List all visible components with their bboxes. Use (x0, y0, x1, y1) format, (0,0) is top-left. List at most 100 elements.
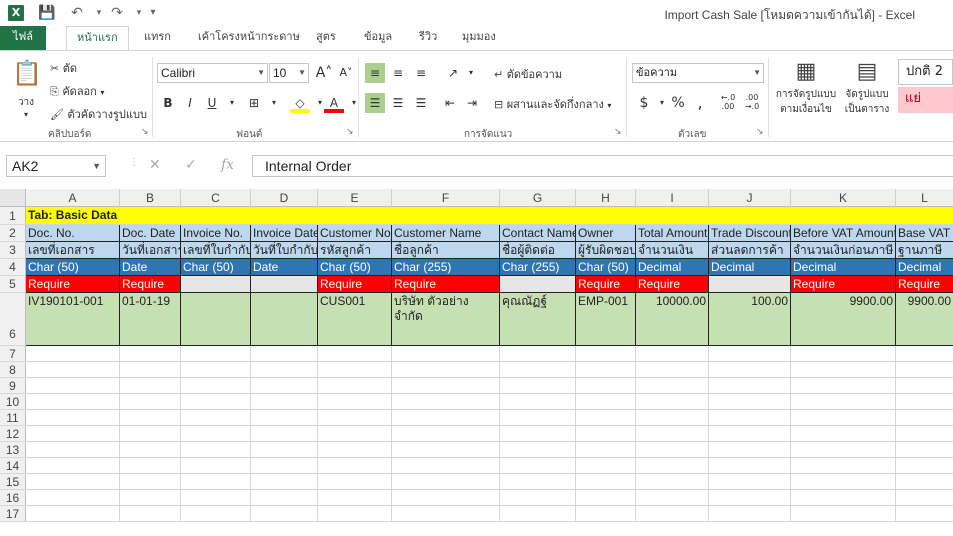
column-header-f[interactable]: F (392, 189, 500, 207)
cell-j2[interactable]: Trade Discount (709, 225, 791, 242)
column-header-k[interactable]: K (791, 189, 896, 207)
cell-b5[interactable]: Require (120, 276, 181, 293)
cell-b11[interactable] (120, 410, 181, 426)
cell-k15[interactable] (791, 474, 896, 490)
cell-g7[interactable] (500, 346, 576, 362)
font-color-button[interactable]: A (324, 93, 344, 113)
align-bottom-button[interactable]: ≡ (411, 63, 431, 83)
cell-g13[interactable] (500, 442, 576, 458)
cell-k10[interactable] (791, 394, 896, 410)
cell-g12[interactable] (500, 426, 576, 442)
column-header-a[interactable]: A (26, 189, 120, 207)
cell-h10[interactable] (576, 394, 636, 410)
cell-h6[interactable]: EMP-001 (576, 293, 636, 346)
cell-d17[interactable] (251, 506, 318, 522)
tab-data[interactable]: ข้อมูล (354, 26, 402, 50)
underline-button[interactable]: U (202, 93, 222, 113)
row-header-3[interactable]: 3 (0, 242, 26, 259)
cell-f12[interactable] (392, 426, 500, 442)
font-size-combo[interactable]: 10 ▼ (269, 63, 309, 83)
cell-i13[interactable] (636, 442, 709, 458)
cell-f9[interactable] (392, 378, 500, 394)
cell-c7[interactable] (181, 346, 251, 362)
cell-i2[interactable]: Total Amount (636, 225, 709, 242)
cell-d7[interactable] (251, 346, 318, 362)
cell-d2[interactable]: Invoice Date (251, 225, 318, 242)
cell-c8[interactable] (181, 362, 251, 378)
number-format-combo[interactable]: ข้อความ ▼ (632, 63, 764, 83)
cell-k8[interactable] (791, 362, 896, 378)
cell-c13[interactable] (181, 442, 251, 458)
cell-h17[interactable] (576, 506, 636, 522)
cell-b16[interactable] (120, 490, 181, 506)
cell-e5[interactable]: Require (318, 276, 392, 293)
cell-i8[interactable] (636, 362, 709, 378)
shrink-font-button[interactable]: A˅ (336, 63, 356, 83)
tab-file[interactable]: ไฟล์ (0, 26, 46, 50)
row-header-9[interactable]: 9 (0, 378, 26, 394)
cell-l16[interactable] (896, 490, 953, 506)
borders-button[interactable]: ⊞ (244, 93, 264, 113)
cell-c11[interactable] (181, 410, 251, 426)
cell-d10[interactable] (251, 394, 318, 410)
cell-g16[interactable] (500, 490, 576, 506)
formula-input[interactable]: Internal Order (252, 155, 953, 177)
cell-k5[interactable]: Require (791, 276, 896, 293)
cell-l6[interactable]: 9900.00 (896, 293, 953, 346)
cell-c2[interactable]: Invoice No. (181, 225, 251, 242)
cell-a13[interactable] (26, 442, 120, 458)
row-header-14[interactable]: 14 (0, 458, 26, 474)
name-box[interactable]: AK2 ▼ (6, 155, 106, 177)
cell-a14[interactable] (26, 458, 120, 474)
cell-i5[interactable]: Require (636, 276, 709, 293)
row-header-11[interactable]: 11 (0, 410, 26, 426)
cell-k6[interactable]: 9900.00 (791, 293, 896, 346)
column-header-b[interactable]: B (120, 189, 181, 207)
tab-review[interactable]: รีวิว (409, 26, 447, 50)
row-header-7[interactable]: 7 (0, 346, 26, 362)
cell-i6[interactable]: 10000.00 (636, 293, 709, 346)
font-name-combo[interactable]: Calibri ▼ (157, 63, 268, 83)
bold-button[interactable]: B (158, 93, 178, 113)
cell-f2[interactable]: Customer Name (392, 225, 500, 242)
cell-c16[interactable] (181, 490, 251, 506)
cell-a12[interactable] (26, 426, 120, 442)
cell-f14[interactable] (392, 458, 500, 474)
cell-i16[interactable] (636, 490, 709, 506)
cell-e3[interactable]: รหัสลูกค้า (318, 242, 392, 259)
cell-h11[interactable] (576, 410, 636, 426)
cell-k16[interactable] (791, 490, 896, 506)
cell-c5[interactable] (181, 276, 251, 293)
tab-formulas[interactable]: สูตร (306, 26, 346, 50)
cell-j15[interactable] (709, 474, 791, 490)
number-launcher-icon[interactable]: ↘ (756, 127, 764, 137)
cell-f3[interactable]: ชื่อลูกค้า (392, 242, 500, 259)
cell-a3[interactable]: เลขที่เอกสาร (26, 242, 120, 259)
cell-e9[interactable] (318, 378, 392, 394)
tab-home[interactable]: หน้าแรก (66, 26, 129, 51)
cell-j3[interactable]: ส่วนลดการค้า (709, 242, 791, 259)
cell-b4[interactable]: Date (120, 259, 181, 276)
cell-k17[interactable] (791, 506, 896, 522)
column-header-i[interactable]: I (636, 189, 709, 207)
cell-i7[interactable] (636, 346, 709, 362)
customize-toolbar-icon[interactable]: ▾ (142, 3, 164, 23)
cell-b12[interactable] (120, 426, 181, 442)
cancel-icon[interactable]: ✕ (149, 157, 161, 173)
cell-l5[interactable]: Require (896, 276, 953, 293)
cell-k14[interactable] (791, 458, 896, 474)
font-color-dropdown-icon[interactable]: ▾ (344, 93, 364, 113)
fill-color-button[interactable]: ◇ (290, 93, 310, 113)
cell-g14[interactable] (500, 458, 576, 474)
cell-b13[interactable] (120, 442, 181, 458)
cell-k3[interactable]: จำนวนเงินก่อนภาษี (791, 242, 896, 259)
cell-k11[interactable] (791, 410, 896, 426)
cell-a15[interactable] (26, 474, 120, 490)
cell-g2[interactable]: Contact Name (500, 225, 576, 242)
clipboard-launcher-icon[interactable]: ↘ (141, 127, 149, 137)
cell-a9[interactable] (26, 378, 120, 394)
cell-c15[interactable] (181, 474, 251, 490)
cell-g11[interactable] (500, 410, 576, 426)
cell-f4[interactable]: Char (255) (392, 259, 500, 276)
cell-e14[interactable] (318, 458, 392, 474)
